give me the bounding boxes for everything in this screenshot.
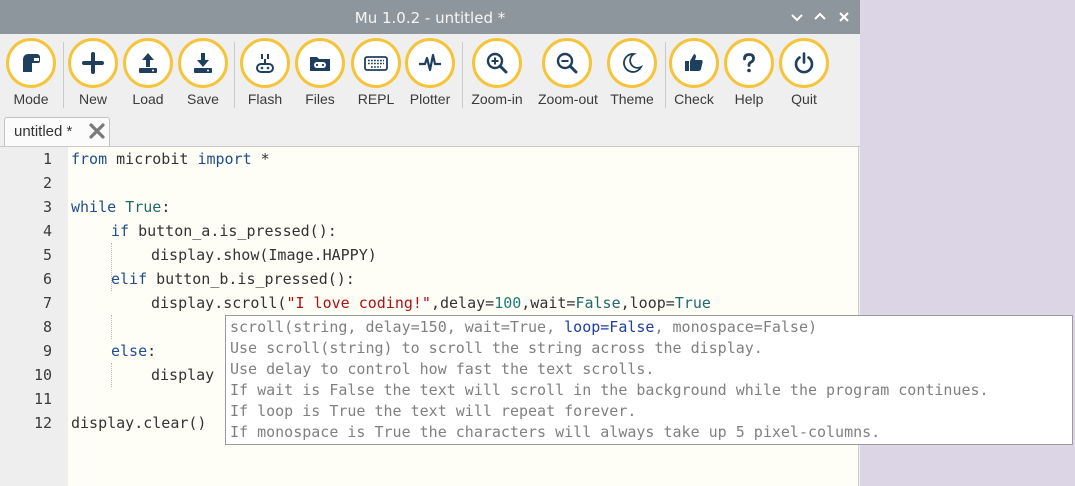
theme-label: Theme (610, 91, 654, 107)
code-line: elif button_b.is_pressed(): (111, 270, 355, 288)
mode-button[interactable]: Mode (2, 38, 60, 107)
close-window-icon[interactable] (835, 8, 853, 26)
upload-icon (139, 53, 157, 73)
code-line: display.show(Image.HAPPY) (151, 246, 377, 264)
new-label: New (78, 91, 107, 107)
line-number: 7 (42, 294, 52, 312)
line-number: 5 (42, 246, 52, 264)
line-number: 3 (42, 198, 52, 216)
line-number: 4 (42, 222, 52, 240)
calltip-popup: scroll(string, delay=150, wait=True, loo… (225, 315, 1073, 445)
calltip-line: Use scroll(string) to scroll the string … (230, 339, 763, 357)
save-label: Save (187, 91, 219, 107)
quit-button[interactable]: Quit (775, 38, 833, 107)
code-line: display.scroll("I love coding!",delay=10… (151, 294, 711, 312)
line-number: 8 (42, 318, 52, 336)
line-number: 2 (42, 174, 52, 192)
line-number-gutter: 1 2 3 4 5 6 7 8 9 10 11 12 (0, 147, 68, 486)
load-button[interactable]: Load (119, 38, 177, 107)
files-icon (310, 57, 330, 71)
title-bar[interactable]: Mu 1.0.2 - untitled * (0, 0, 860, 34)
code-line: display (151, 366, 215, 384)
close-tab-icon[interactable] (87, 121, 107, 141)
question-icon (743, 53, 755, 73)
line-number: 12 (33, 414, 52, 432)
line-number: 9 (42, 342, 52, 360)
thumbs-up-icon (685, 54, 703, 71)
mode-label: Mode (13, 91, 49, 107)
toolbar: Mode New Load Save Flash Files REPL Plot… (0, 34, 860, 116)
calltip-signature: scroll(string, delay=150, wait=True, loo… (230, 318, 818, 336)
code-line: from microbit import * (71, 150, 270, 168)
calltip-line: Use delay to control how fast the text s… (230, 360, 655, 378)
help-button[interactable]: Help (720, 38, 778, 107)
indent-guide (111, 363, 112, 387)
calltip-line: If monospace is True the characters will… (230, 423, 881, 441)
moon-icon (623, 53, 644, 73)
code-line: display.clear() (71, 414, 207, 432)
flash-icon (256, 54, 274, 73)
calltip-line: If wait is False the text will scroll in… (230, 381, 989, 399)
code-line: while True: (71, 198, 171, 216)
plotter-label: Plotter (409, 91, 451, 107)
repl-button[interactable]: REPL (347, 38, 405, 107)
tab-label: untitled * (14, 123, 73, 140)
code-line: if button_a.is_pressed(): (111, 222, 337, 240)
toolbar-separator (462, 42, 463, 108)
minimize-icon[interactable] (788, 8, 806, 26)
help-label: Help (734, 91, 764, 107)
download-icon (194, 53, 212, 73)
zoom-in-icon (486, 52, 508, 74)
pulse-icon (419, 53, 441, 72)
line-number: 10 (33, 366, 52, 384)
toolbar-separator (234, 42, 235, 108)
save-button[interactable]: Save (174, 38, 232, 107)
line-number: 1 (42, 150, 52, 168)
line-number: 6 (42, 270, 52, 288)
tab-bar: untitled * (0, 116, 860, 147)
line-number: 11 (33, 390, 52, 408)
code-line: else: (111, 342, 157, 360)
zoom-in-button[interactable]: Zoom-in (468, 38, 526, 107)
flash-button[interactable]: Flash (236, 38, 294, 107)
tab-untitled[interactable]: untitled * (4, 117, 110, 146)
new-button[interactable]: New (64, 38, 122, 107)
calltip-line: If loop is True the text will repeat for… (230, 402, 637, 420)
flash-label: Flash (247, 91, 283, 107)
zoom-in-label: Zoom-in (471, 91, 523, 107)
check-button[interactable]: Check (665, 38, 723, 107)
window-title: Mu 1.0.2 - untitled * (354, 9, 506, 27)
check-label: Check (674, 91, 714, 107)
zoom-out-icon (556, 52, 578, 74)
files-label: Files (305, 91, 335, 107)
maximize-icon[interactable] (811, 8, 829, 26)
quit-label: Quit (791, 91, 817, 107)
repl-label: REPL (357, 91, 395, 107)
indent-guide (111, 315, 112, 339)
zoom-out-button[interactable]: Zoom-out (538, 38, 598, 107)
theme-button[interactable]: Theme (603, 38, 661, 107)
zoom-out-label: Zoom-out (538, 91, 598, 107)
files-button[interactable]: Files (291, 38, 349, 107)
keyboard-icon (364, 56, 388, 71)
plotter-button[interactable]: Plotter (401, 38, 459, 107)
load-label: Load (132, 91, 164, 107)
plus-icon (82, 52, 104, 74)
mode-icon (23, 54, 40, 72)
power-icon (794, 52, 814, 74)
